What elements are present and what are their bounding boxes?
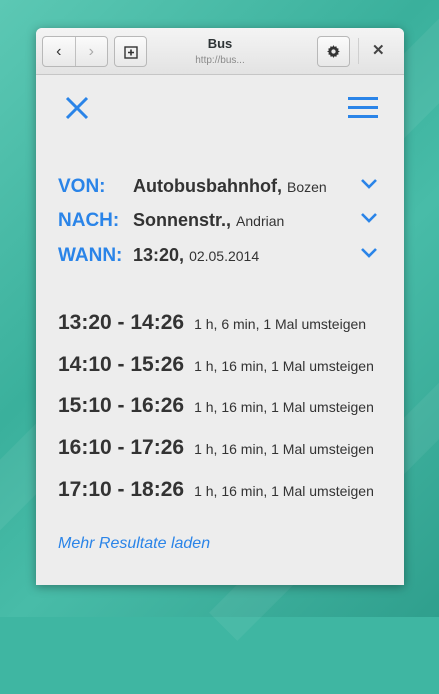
when-value: 13:20, 02.05.2014 (133, 245, 259, 266)
trip-info: 1 h, 16 min, 1 Mal umsteigen (194, 399, 374, 415)
when-time: 13:20, (133, 245, 185, 265)
trip-info: 1 h, 16 min, 1 Mal umsteigen (194, 441, 374, 457)
header-separator (358, 38, 359, 64)
app-content: VON: Autobusbahnhof, Bozen NACH: Sonnens… (36, 75, 404, 585)
to-label: NACH: (58, 210, 120, 231)
when-row[interactable]: WANN: 13:20, 02.05.2014 (58, 245, 378, 269)
trip-row[interactable]: 14:10 - 15:26 1 h, 16 min, 1 Mal umsteige… (58, 353, 374, 379)
to-sub: Andrian (236, 213, 285, 229)
settings-button[interactable] (317, 36, 350, 67)
trip-info: 1 h, 16 min, 1 Mal umsteigen (194, 483, 374, 499)
trip-time: 15:10 - 16:26 (58, 394, 185, 417)
from-value: Autobusbahnhof, Bozen (133, 176, 327, 197)
when-date: 02.05.2014 (189, 248, 260, 264)
to-main: Sonnenstr., (133, 210, 232, 230)
trip-row[interactable]: 16:10 - 17:26 1 h, 16 min, 1 Mal umsteige… (58, 436, 374, 462)
window-url: http://bus... (195, 55, 245, 66)
from-label: VON: (58, 176, 106, 197)
trip-row[interactable]: 17:10 - 18:26 1 h, 16 min, 1 Mal umsteige… (58, 478, 374, 504)
chevron-down-icon[interactable] (360, 178, 378, 190)
trip-time: 13:20 - 14:26 (58, 311, 185, 334)
close-icon[interactable] (64, 95, 90, 121)
gear-icon (327, 45, 340, 58)
menu-icon[interactable] (348, 97, 378, 119)
trip-time: 14:10 - 15:26 (58, 353, 185, 376)
from-row[interactable]: VON: Autobusbahnhof, Bozen (58, 176, 378, 200)
header-bar: ‹ › Bus http://bus... ✕ (36, 28, 404, 75)
to-row[interactable]: NACH: Sonnenstr., Andrian (58, 210, 378, 234)
window-title: Bus (207, 36, 233, 51)
to-value: Sonnenstr., Andrian (133, 210, 284, 231)
trip-row[interactable]: 15:10 - 16:26 1 h, 16 min, 1 Mal umsteige… (58, 394, 374, 420)
load-more-link[interactable]: Mehr Resultate laden (58, 535, 210, 553)
when-label: WANN: (58, 245, 123, 266)
navigation-buttons: ‹ › (42, 36, 108, 67)
trip-info: 1 h, 16 min, 1 Mal umsteigen (194, 358, 374, 374)
close-button[interactable]: ✕ (372, 41, 385, 59)
trip-row[interactable]: 13:20 - 14:26 1 h, 6 min, 1 Mal umsteigen (58, 311, 366, 337)
forward-button[interactable]: › (74, 37, 108, 66)
trip-info: 1 h, 6 min, 1 Mal umsteigen (194, 316, 367, 332)
trip-time: 16:10 - 17:26 (58, 436, 185, 459)
from-sub: Bozen (286, 179, 327, 195)
back-button[interactable]: ‹ (43, 37, 75, 66)
from-main: Autobusbahnhof, (133, 176, 282, 196)
trip-time: 17:10 - 18:26 (58, 478, 185, 501)
chevron-down-icon[interactable] (360, 247, 378, 259)
chevron-down-icon[interactable] (360, 212, 378, 224)
browser-window: ‹ › Bus http://bus... ✕ VON: Autobusbahn… (36, 28, 404, 585)
